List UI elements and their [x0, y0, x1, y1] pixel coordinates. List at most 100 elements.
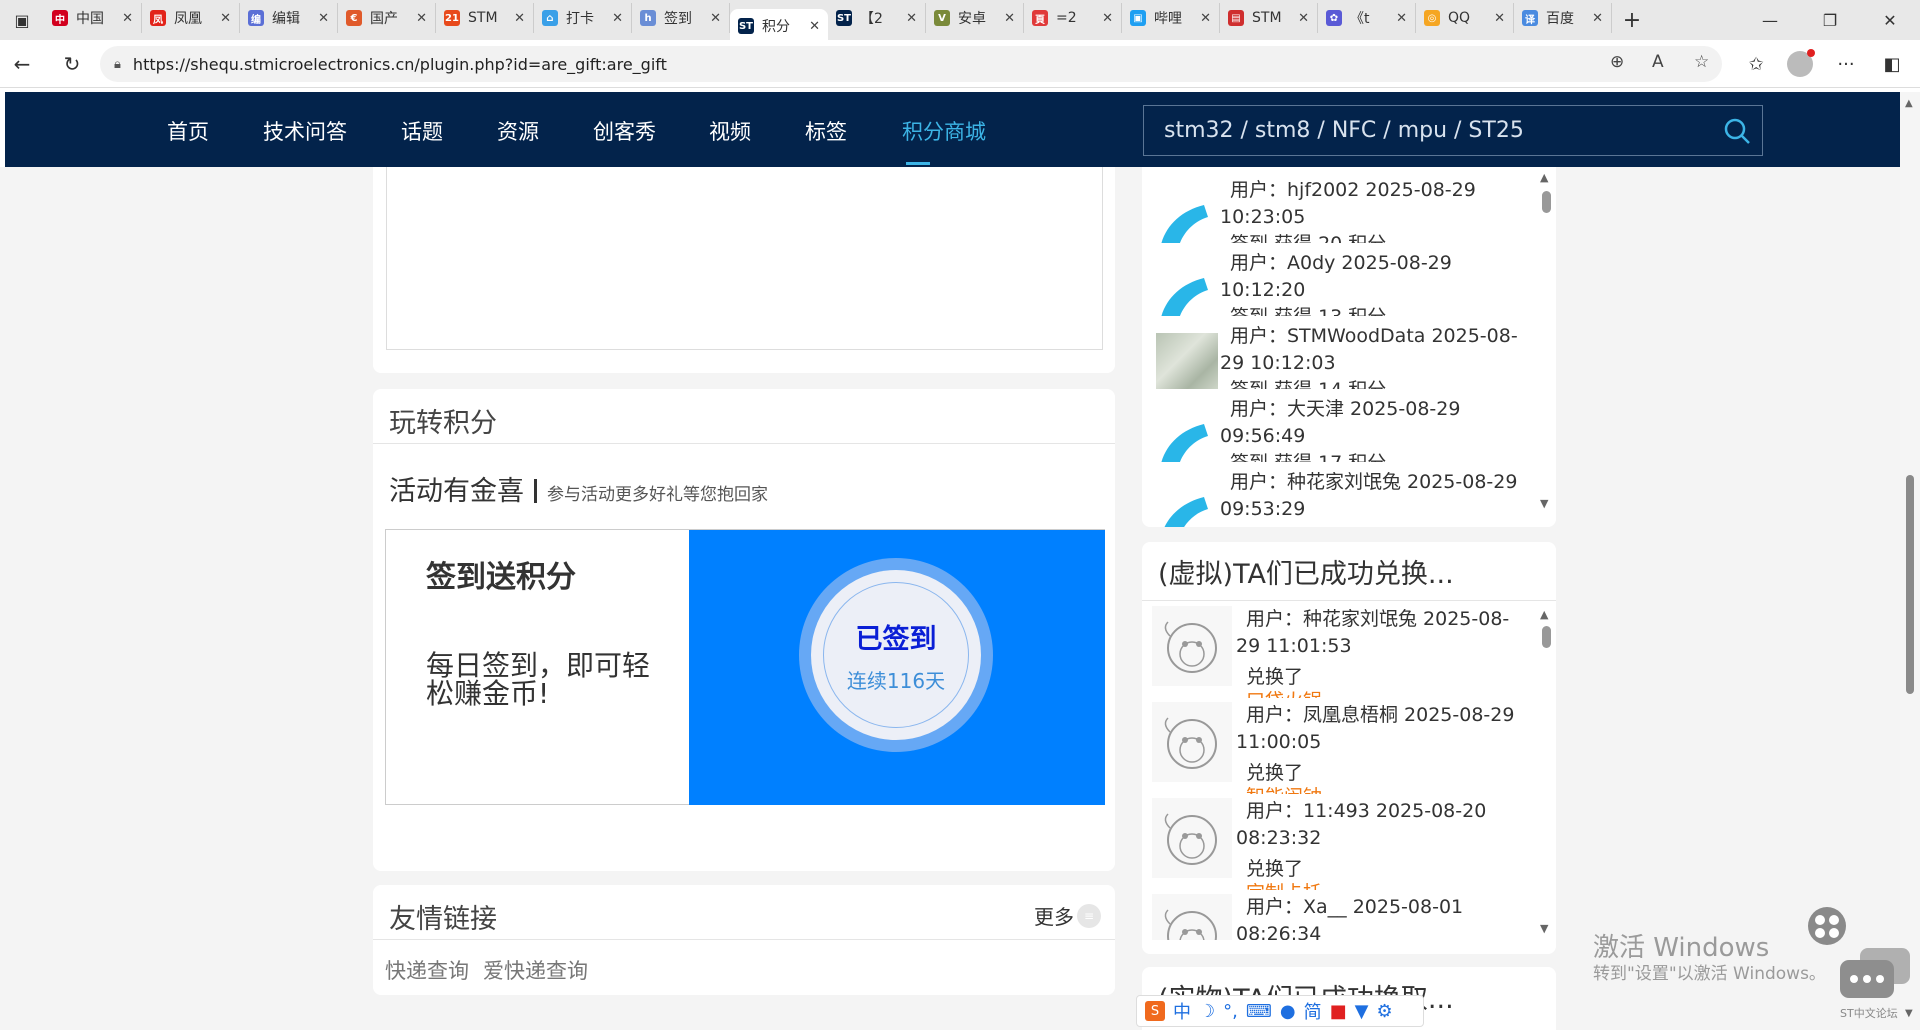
ime-punct-icon[interactable]: °,	[1223, 1001, 1238, 1022]
signin-blue-area: 已签到 连续116天	[689, 530, 1105, 805]
tab-favicon-icon: ST	[738, 18, 754, 34]
tab-close-icon[interactable]: ✕	[1200, 11, 1211, 26]
tab-10[interactable]: 頁 =2 ✕	[1024, 3, 1122, 33]
new-tab-button[interactable]: +	[1612, 8, 1652, 33]
tab-close-icon[interactable]: ✕	[220, 11, 231, 26]
user-avatar[interactable]	[1156, 260, 1218, 316]
favorite-star-icon[interactable]: ☆	[1694, 52, 1709, 72]
address-bar-row: ← ↻ 🔒︎ https://shequ.stmicroelectronics.…	[0, 40, 1920, 88]
tab-close-icon[interactable]: ✕	[710, 11, 721, 26]
signin-button[interactable]: 已签到 连续116天	[799, 558, 993, 752]
tab-3[interactable]: € 国产 ✕	[338, 3, 436, 33]
exchange-gift[interactable]: 智能闹钟	[1246, 782, 1322, 794]
nav-tags[interactable]: 标签	[805, 116, 847, 146]
tab-9[interactable]: V 安卓 ✕	[926, 3, 1024, 33]
favorites-icon[interactable]: ✩	[1736, 44, 1776, 84]
user-avatar[interactable]	[1156, 333, 1218, 389]
tab-0[interactable]: 中中国 ✕	[44, 3, 142, 33]
tab-2[interactable]: 编编辑 ✕	[240, 3, 338, 33]
tab-close-icon[interactable]: ✕	[1004, 11, 1015, 26]
tab-close-icon[interactable]: ✕	[906, 11, 917, 26]
link-express-query[interactable]: 快递查询	[385, 959, 469, 983]
tab-1[interactable]: 凤凤凰 ✕	[142, 3, 240, 33]
exchange-item: 用户：Xa__ 2025-08-01 08:26:34	[1142, 894, 1522, 940]
exchange-gift[interactable]: 口袋火锅	[1246, 686, 1322, 698]
url-field[interactable]: 🔒︎ https://shequ.stmicroelectronics.cn/p…	[100, 46, 1722, 82]
restore-button[interactable]: ❐	[1800, 0, 1860, 40]
tab-close-icon[interactable]: ✕	[122, 11, 133, 26]
user-avatar[interactable]	[1156, 406, 1218, 462]
nav-home[interactable]: 首页	[167, 116, 209, 146]
tab-6[interactable]: h 签到 ✕	[632, 3, 730, 33]
tab-close-icon[interactable]: ✕	[416, 11, 427, 26]
tab-8[interactable]: ST 【2 ✕	[828, 3, 926, 33]
tab-actions-icon[interactable]: ▣	[0, 0, 44, 40]
signin-feed-item: 用户：hjf2002 2025-08-29 10:23:05 签到 获得 20 积…	[1142, 173, 1522, 243]
ime-video-icon[interactable]: ■	[1330, 1001, 1347, 1022]
ime-shirt-icon[interactable]: ▼	[1355, 1001, 1369, 1022]
search-icon[interactable]	[1722, 116, 1752, 146]
ime-toolbar[interactable]: S 中 ☽ °, ⌨ ● 简 ■ ▼ ⚙	[1136, 995, 1424, 1027]
tab-4[interactable]: 21 STM ✕	[436, 3, 534, 33]
feed-scrollbar[interactable]: ▲ ▼	[1539, 171, 1553, 513]
tab-close-icon[interactable]: ✕	[809, 19, 820, 34]
close-window-button[interactable]: ✕	[1860, 0, 1920, 40]
profile-avatar[interactable]	[1780, 44, 1820, 84]
nav-topics[interactable]: 话题	[401, 116, 443, 146]
tab-close-icon[interactable]: ✕	[1298, 11, 1309, 26]
more-menu-icon[interactable]: ···	[1826, 44, 1866, 84]
tab-close-icon[interactable]: ✕	[612, 11, 623, 26]
tab-5[interactable]: ⌂ 打卡 ✕	[534, 3, 632, 33]
zoom-icon[interactable]: ⊕	[1610, 52, 1624, 72]
ime-user-icon[interactable]: ●	[1280, 1001, 1296, 1022]
reload-button[interactable]: ↻	[50, 44, 94, 84]
minimize-button[interactable]: —	[1740, 0, 1800, 40]
ime-lang-cn[interactable]: 中	[1173, 998, 1191, 1024]
tab-close-icon[interactable]: ✕	[1494, 11, 1505, 26]
tab-13[interactable]: ✿ 《t ✕	[1318, 3, 1416, 33]
tab-7[interactable]: ST 积分 ✕	[730, 9, 828, 43]
link-ai-express[interactable]: 爱快递查询	[483, 959, 588, 983]
tab-15[interactable]: 译百度 ✕	[1514, 3, 1612, 33]
ime-moon-icon[interactable]: ☽	[1199, 1001, 1215, 1022]
chat-bubble-icon[interactable]	[1838, 946, 1914, 1006]
tab-favicon-icon: ▤	[1228, 10, 1244, 26]
nav-tech-qa[interactable]: 技术问答	[263, 116, 347, 146]
tab-close-icon[interactable]: ✕	[318, 11, 329, 26]
tab-14[interactable]: ◎ QQ ✕	[1416, 3, 1514, 33]
user-avatar[interactable]	[1152, 894, 1232, 940]
sidebar-toggle-icon[interactable]: ◧	[1872, 44, 1912, 84]
exchange-gift[interactable]: 定制卡托	[1246, 878, 1322, 890]
read-aloud-icon[interactable]: A	[1652, 52, 1664, 72]
back-button[interactable]: ←	[0, 44, 44, 84]
user-avatar[interactable]	[1156, 479, 1218, 527]
tab-close-icon[interactable]: ✕	[1102, 11, 1113, 26]
user-avatar[interactable]	[1152, 606, 1232, 686]
tab-favicon-icon: ST	[836, 10, 852, 26]
nav-resources[interactable]: 资源	[497, 116, 539, 146]
signin-feed-text: 用户：大天津 2025-08-29 09:56:49	[1220, 398, 1461, 447]
user-avatar[interactable]	[1152, 798, 1232, 878]
tab-11[interactable]: ▣ 哔哩 ✕	[1122, 3, 1220, 33]
nav-points-mall[interactable]: 积分商城	[902, 116, 986, 146]
tab-close-icon[interactable]: ✕	[1396, 11, 1407, 26]
search-input[interactable]	[1144, 106, 1704, 155]
ime-simplified[interactable]: 简	[1304, 998, 1322, 1024]
nav-maker-show[interactable]: 创客秀	[593, 116, 656, 146]
user-avatar[interactable]	[1156, 187, 1218, 243]
tab-title: 凤凰	[174, 11, 202, 27]
more-link[interactable]: 更多 ≡	[1034, 901, 1101, 930]
signin-feed-item: 用户：种花家刘氓兔 2025-08-29 09:53:29	[1142, 465, 1522, 527]
tab-12[interactable]: ▤ STM ✕	[1220, 3, 1318, 33]
page-scrollbar[interactable]: ▲ ▼	[1900, 92, 1920, 1030]
nav-video[interactable]: 视频	[709, 116, 751, 146]
tab-close-icon[interactable]: ✕	[1592, 11, 1603, 26]
ime-keyboard-icon[interactable]: ⌨	[1246, 1001, 1272, 1022]
signed-label: 已签到	[855, 624, 937, 655]
floating-menu-icon[interactable]	[1800, 906, 1854, 946]
user-avatar[interactable]	[1152, 702, 1232, 782]
tab-close-icon[interactable]: ✕	[514, 11, 525, 26]
exchange-scrollbar[interactable]: ▲ ▼	[1539, 608, 1553, 938]
ime-settings-icon[interactable]: ⚙	[1376, 1001, 1392, 1022]
exchange-action: 兑换了	[1246, 666, 1304, 688]
